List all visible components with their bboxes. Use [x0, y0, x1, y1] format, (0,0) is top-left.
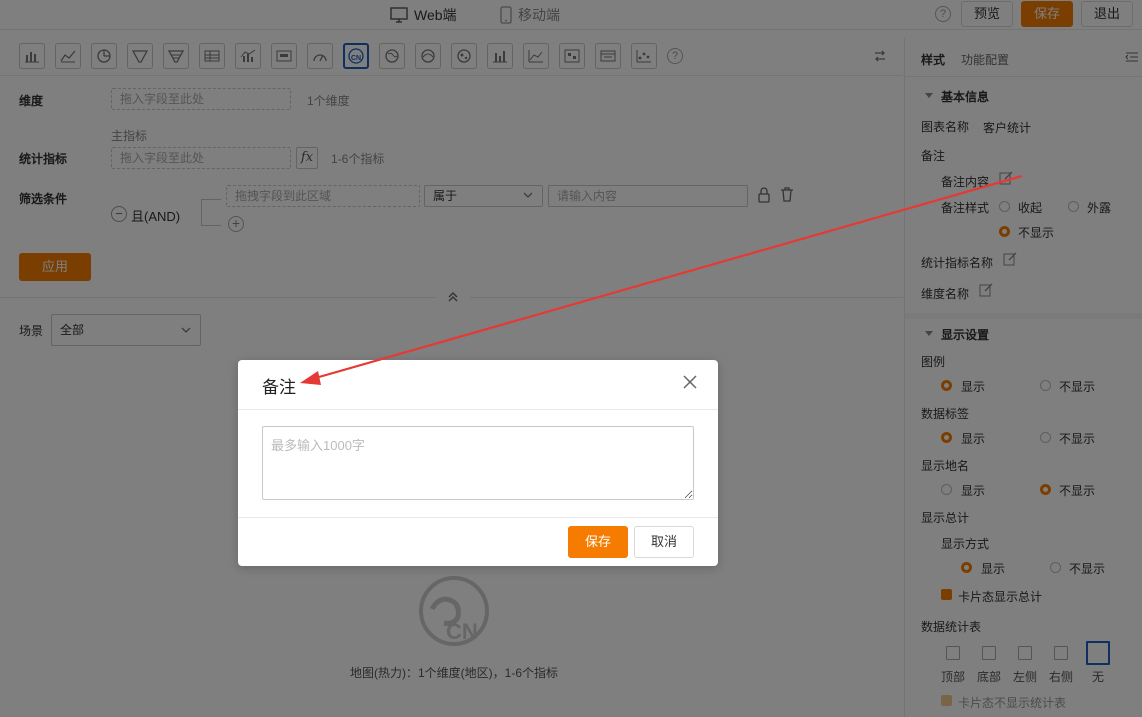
- note-dialog: 备注 保存 取消: [238, 360, 718, 566]
- dialog-header-divider: [238, 409, 718, 410]
- dialog-save-button[interactable]: 保存: [568, 526, 628, 558]
- close-icon[interactable]: [682, 374, 698, 393]
- modal-overlay[interactable]: [0, 0, 1142, 717]
- note-textarea[interactable]: [262, 426, 694, 500]
- dialog-cancel-button[interactable]: 取消: [634, 526, 694, 558]
- dialog-footer-divider: [238, 517, 718, 518]
- dialog-title: 备注: [262, 378, 296, 397]
